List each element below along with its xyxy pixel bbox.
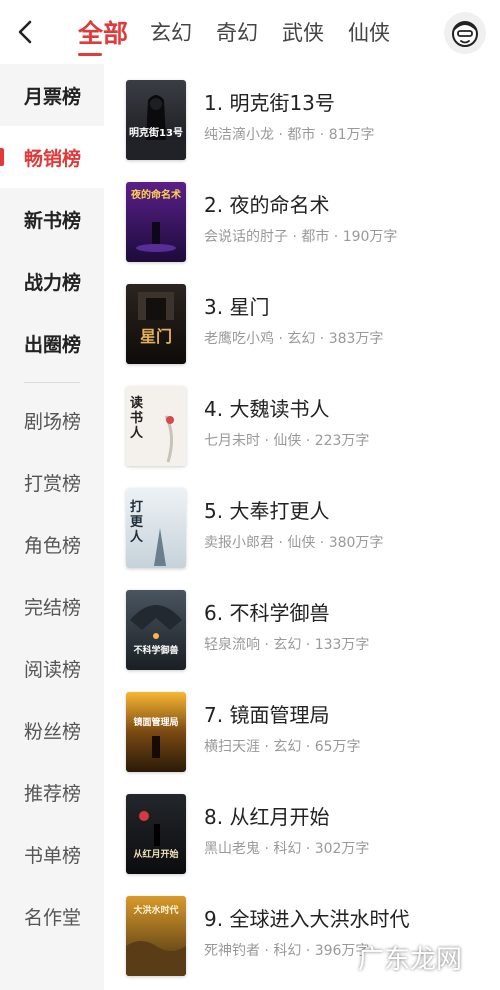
book-cover: 不科学御兽 — [126, 590, 186, 670]
book-cover: 从红月开始 — [126, 794, 186, 874]
list-item[interactable]: 读书人 4. 大魏读书人 七月未时 · 仙侠 · 223万字 — [126, 386, 496, 466]
ranking-sidebar: 月票榜 畅销榜 新书榜 战力榜 出圈榜 剧场榜 打赏榜 角色榜 完结榜 阅读榜 … — [0, 64, 104, 990]
list-item[interactable]: 夜的命名术 2. 夜的命名术 会说话的肘子 · 都市 · 190万字 — [126, 182, 496, 262]
user-avatar-icon — [452, 21, 478, 47]
book-meta: 七月未时 · 仙侠 · 223万字 — [204, 433, 370, 449]
tab-all[interactable]: 全部 — [78, 0, 128, 64]
cover-title: 夜的命名术 — [131, 190, 181, 201]
tab-qihuan[interactable]: 奇幻 — [216, 0, 258, 64]
book-meta: 纯洁滴小龙 · 都市 · 81万字 — [204, 127, 375, 143]
book-cover: 星门 — [126, 284, 186, 364]
book-cover: 大洪水时代 — [126, 896, 186, 976]
list-item[interactable]: 明克街13号 1. 明克街13号 纯洁滴小龙 · 都市 · 81万字 — [126, 80, 496, 160]
cover-title: 打更人 — [130, 500, 144, 545]
book-meta: 老鹰吃小鸡 · 玄幻 · 383万字 — [204, 331, 384, 347]
sidebar-item-reading[interactable]: 阅读榜 — [0, 637, 104, 699]
tab-wuxia[interactable]: 武侠 — [282, 0, 324, 64]
cover-title: 不科学御兽 — [133, 646, 179, 656]
book-cover: 明克街13号 — [126, 80, 186, 160]
list-item[interactable]: 打更人 5. 大奉打更人 卖报小郎君 · 仙侠 · 380万字 — [126, 488, 496, 568]
user-avatar-button[interactable] — [444, 12, 486, 54]
top-bar: 全部 玄幻 奇幻 武侠 仙侠 — [0, 0, 500, 64]
book-cover: 夜的命名术 — [126, 182, 186, 262]
sidebar-item-fans[interactable]: 粉丝榜 — [0, 699, 104, 761]
list-item[interactable]: 不科学御兽 6. 不科学御兽 轻泉流响 · 玄幻 · 133万字 — [126, 590, 496, 670]
book-ranking-list: 明克街13号 1. 明克街13号 纯洁滴小龙 · 都市 · 81万字 夜的命名术… — [104, 64, 500, 990]
book-title: 6. 不科学御兽 — [204, 601, 330, 625]
sidebar-item-monthly-ticket[interactable]: 月票榜 — [0, 64, 104, 126]
book-title: 2. 夜的命名术 — [204, 193, 330, 217]
sidebar-item-completed[interactable]: 完结榜 — [0, 575, 104, 637]
cover-title: 星门 — [139, 327, 172, 346]
watermark-text: 广东龙网 — [357, 945, 462, 975]
sidebar-item-character[interactable]: 角色榜 — [0, 513, 104, 575]
sidebar-item-new-books[interactable]: 新书榜 — [0, 188, 104, 250]
cover-title: 读书人 — [130, 396, 144, 441]
sidebar-item-bestseller[interactable]: 畅销榜 — [0, 126, 104, 188]
book-title: 5. 大奉打更人 — [204, 499, 330, 523]
book-title: 1. 明克街13号 — [204, 91, 335, 115]
book-meta: 横扫天涯 · 玄幻 · 65万字 — [204, 739, 361, 755]
book-cover: 读书人 — [126, 386, 186, 466]
book-title: 9. 全球进入大洪水时代 — [204, 907, 410, 931]
book-title: 4. 大魏读书人 — [204, 397, 330, 421]
category-tabs: 全部 玄幻 奇幻 武侠 仙侠 — [78, 0, 414, 64]
tab-xuanhuan[interactable]: 玄幻 — [150, 0, 192, 64]
chevron-left-icon — [18, 20, 32, 44]
sidebar-item-breakout[interactable]: 出圈榜 — [0, 312, 104, 374]
cover-title: 镜面管理局 — [133, 718, 179, 728]
list-item[interactable]: 从红月开始 8. 从红月开始 黑山老鬼 · 科幻 · 302万字 — [126, 794, 496, 874]
cover-title: 从红月开始 — [133, 850, 179, 860]
back-button[interactable] — [10, 14, 40, 50]
book-meta: 黑山老鬼 · 科幻 · 302万字 — [204, 841, 370, 857]
sidebar-item-recommend[interactable]: 推荐榜 — [0, 761, 104, 823]
book-title: 7. 镜面管理局 — [204, 703, 330, 727]
sidebar-item-power[interactable]: 战力榜 — [0, 250, 104, 312]
cover-title: 明克街13号 — [129, 128, 183, 139]
book-title: 8. 从红月开始 — [204, 805, 330, 829]
book-meta: 卖报小郎君 · 仙侠 · 380万字 — [204, 535, 384, 551]
book-title: 3. 星门 — [204, 295, 270, 319]
cover-title: 大洪水时代 — [133, 906, 179, 916]
sidebar-divider — [24, 382, 80, 383]
book-meta: 轻泉流响 · 玄幻 · 133万字 — [204, 637, 370, 653]
tab-xianxia[interactable]: 仙侠 — [348, 0, 390, 64]
book-meta: 会说话的肘子 · 都市 · 190万字 — [204, 229, 398, 245]
sidebar-item-theater[interactable]: 剧场榜 — [0, 389, 104, 451]
sidebar-item-reward[interactable]: 打赏榜 — [0, 451, 104, 513]
list-item[interactable]: 星门 3. 星门 老鹰吃小鸡 · 玄幻 · 383万字 — [126, 284, 496, 364]
list-item[interactable]: 镜面管理局 7. 镜面管理局 横扫天涯 · 玄幻 · 65万字 — [126, 692, 496, 772]
book-cover: 打更人 — [126, 488, 186, 568]
sidebar-item-hall-of-fame[interactable]: 名作堂 — [0, 885, 104, 947]
book-cover: 镜面管理局 — [126, 692, 186, 772]
sidebar-item-booklist[interactable]: 书单榜 — [0, 823, 104, 885]
